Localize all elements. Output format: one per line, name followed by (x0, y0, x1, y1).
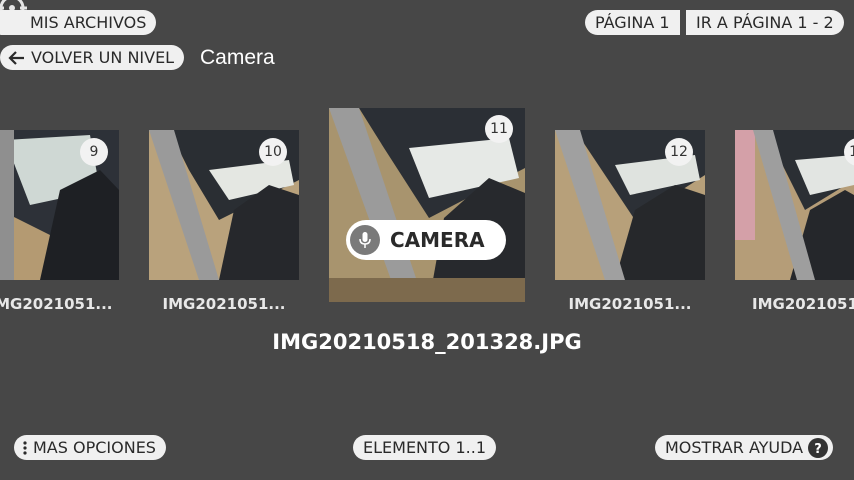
thumbnail-number: 11 (485, 115, 513, 143)
thumbnail-13[interactable]: 13 (735, 130, 854, 280)
my-files-label: MIS ARCHIVOS (30, 13, 147, 32)
element-counter[interactable]: ELEMENTO 1..1 (353, 435, 496, 460)
photo-image (735, 130, 854, 280)
thumbnail-12[interactable]: 12 (555, 130, 705, 280)
thumbnail-number: 12 (665, 138, 693, 166)
svg-text:?: ? (814, 442, 822, 457)
my-files-button[interactable]: MIS ARCHIVOS (0, 10, 157, 35)
more-options-button[interactable]: MAS OPCIONES (14, 435, 166, 460)
thumbnail-caption: IMG2021051... (752, 295, 854, 313)
microphone-icon (350, 225, 380, 255)
thumbnail-11-selected[interactable]: 11 (329, 108, 525, 302)
kebab-menu-icon (22, 440, 28, 456)
selected-filename: IMG20210518_201328.JPG (272, 330, 582, 354)
go-to-page-button[interactable]: IR A PÁGINA 1 - 2 (686, 10, 844, 35)
element-counter-label: ELEMENTO 1..1 (363, 438, 486, 457)
back-arrow-icon (8, 50, 26, 66)
thumbnail-9[interactable]: 9 (0, 130, 119, 280)
help-button[interactable]: MOSTRAR AYUDA ? (655, 435, 834, 460)
thumbnail-caption: IMG2021051... (162, 295, 286, 313)
more-options-label: MAS OPCIONES (33, 438, 156, 457)
page-indicator[interactable]: PÁGINA 1 (585, 10, 680, 35)
folder-title: Camera (200, 46, 275, 69)
go-to-page-label: IR A PÁGINA 1 - 2 (696, 13, 834, 32)
thumbnail-caption: IMG2021051... (0, 295, 113, 313)
help-icon: ? (808, 437, 829, 458)
voice-label-text: CAMERA (390, 228, 485, 252)
up-level-button[interactable]: VOLVER UN NIVEL (0, 45, 185, 70)
thumbnail-10[interactable]: 10 (149, 130, 299, 280)
thumbnail-number: 9 (80, 138, 108, 166)
thumbnail-caption: IMG2021051... (568, 295, 692, 313)
page-label: PÁGINA 1 (595, 13, 670, 32)
up-level-label: VOLVER UN NIVEL (31, 48, 175, 67)
help-label: MOSTRAR AYUDA (665, 438, 804, 457)
thumbnail-number: 10 (259, 138, 287, 166)
voice-label-chip: CAMERA (346, 220, 506, 260)
